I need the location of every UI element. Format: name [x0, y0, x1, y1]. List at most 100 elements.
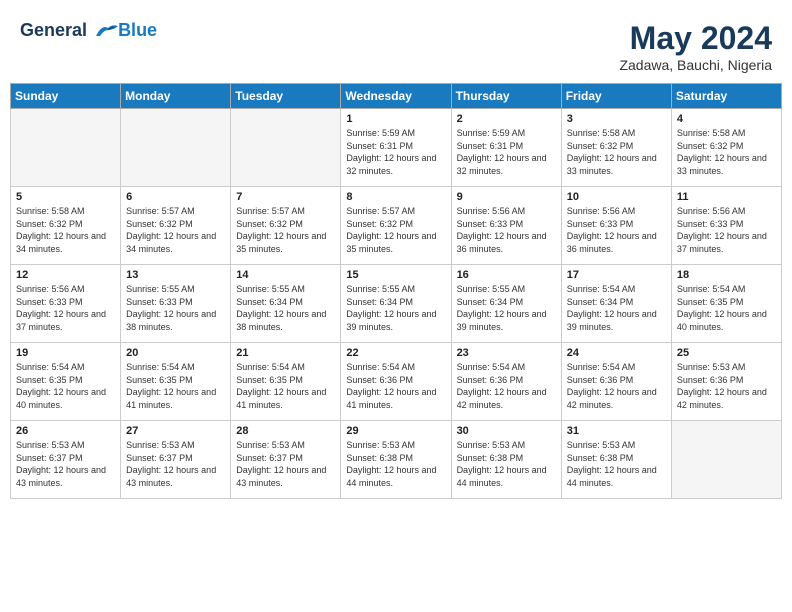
day-number: 4: [677, 113, 776, 125]
day-number: 3: [567, 113, 666, 125]
logo-text: General: [20, 21, 120, 41]
day-number: 29: [346, 425, 445, 437]
calendar-cell: 25 Sunrise: 5:53 AM Sunset: 6:36 PM Dayli…: [671, 343, 781, 421]
day-info: Sunrise: 5:55 AM Sunset: 6:33 PM Dayligh…: [126, 283, 225, 333]
week-row-2: 5Sunrise: 5:58 AM Sunset: 6:32 PM Daylig…: [11, 187, 782, 265]
day-info: Sunrise: 5:56 AM Sunset: 6:33 PM Dayligh…: [567, 205, 666, 255]
weekday-header-thursday: Thursday: [451, 84, 561, 109]
logo-blue-text: Blue: [118, 20, 157, 41]
day-number: 5: [16, 191, 115, 203]
day-number: 6: [126, 191, 225, 203]
day-number: 22: [346, 347, 445, 359]
logo: General Blue: [20, 20, 157, 41]
day-number: 14: [236, 269, 335, 281]
week-row-4: 19 Sunrise: 5:54 AM Sunset: 6:35 PM Dayli…: [11, 343, 782, 421]
day-info: Sunrise: 5:55 AM Sunset: 6:34 PM Dayligh…: [457, 283, 556, 333]
day-info: Sunrise: 5:58 AM Sunset: 6:32 PM Dayligh…: [677, 127, 776, 177]
week-row-3: 12 Sunrise: 5:56 AM Sunset: 6:33 PM Dayli…: [11, 265, 782, 343]
calendar-cell: 5Sunrise: 5:58 AM Sunset: 6:32 PM Daylig…: [11, 187, 121, 265]
calendar-cell: 23Sunrise: 5:54 AM Sunset: 6:36 PM Dayli…: [451, 343, 561, 421]
calendar-title: May 2024: [619, 20, 772, 57]
weekday-header-row: SundayMondayTuesdayWednesdayThursdayFrid…: [11, 84, 782, 109]
day-number: 12: [16, 269, 115, 281]
day-number: 16: [457, 269, 556, 281]
day-number: 8: [346, 191, 445, 203]
calendar-subtitle: Zadawa, Bauchi, Nigeria: [619, 57, 772, 73]
day-number: 18: [677, 269, 776, 281]
weekday-header-friday: Friday: [561, 84, 671, 109]
day-info: Sunrise: 5:53 AM Sunset: 6:37 PM Dayligh…: [236, 439, 335, 489]
page-header: General Blue May 2024 Zadawa, Bauchi, Ni…: [10, 10, 782, 78]
calendar-cell: 4 Sunrise: 5:58 AM Sunset: 6:32 PM Daylig…: [671, 109, 781, 187]
calendar-cell: 10 Sunrise: 5:56 AM Sunset: 6:33 PM Dayli…: [561, 187, 671, 265]
day-info: Sunrise: 5:53 AM Sunset: 6:38 PM Dayligh…: [346, 439, 445, 489]
day-number: 7: [236, 191, 335, 203]
calendar-cell: 22 Sunrise: 5:54 AM Sunset: 6:36 PM Dayli…: [341, 343, 451, 421]
day-number: 19: [16, 347, 115, 359]
week-row-5: 26Sunrise: 5:53 AM Sunset: 6:37 PM Dayli…: [11, 421, 782, 499]
day-number: 31: [567, 425, 666, 437]
calendar-cell: 19 Sunrise: 5:54 AM Sunset: 6:35 PM Dayli…: [11, 343, 121, 421]
calendar-cell: 21 Sunrise: 5:54 AM Sunset: 6:35 PM Dayli…: [231, 343, 341, 421]
calendar-cell: 13 Sunrise: 5:55 AM Sunset: 6:33 PM Dayli…: [121, 265, 231, 343]
day-number: 30: [457, 425, 556, 437]
calendar-cell: [231, 109, 341, 187]
calendar-cell: 16 Sunrise: 5:55 AM Sunset: 6:34 PM Dayli…: [451, 265, 561, 343]
day-number: 13: [126, 269, 225, 281]
day-info: Sunrise: 5:54 AM Sunset: 6:34 PM Dayligh…: [567, 283, 666, 333]
calendar-cell: 27Sunrise: 5:53 AM Sunset: 6:37 PM Dayli…: [121, 421, 231, 499]
day-info: Sunrise: 5:53 AM Sunset: 6:36 PM Dayligh…: [677, 361, 776, 411]
day-number: 28: [236, 425, 335, 437]
day-info: Sunrise: 5:54 AM Sunset: 6:35 PM Dayligh…: [16, 361, 115, 411]
day-info: Sunrise: 5:59 AM Sunset: 6:31 PM Dayligh…: [346, 127, 445, 177]
day-info: Sunrise: 5:54 AM Sunset: 6:36 PM Dayligh…: [346, 361, 445, 411]
day-number: 27: [126, 425, 225, 437]
day-number: 10: [567, 191, 666, 203]
day-number: 11: [677, 191, 776, 203]
logo-bird-icon: [94, 22, 120, 40]
calendar-cell: [121, 109, 231, 187]
day-number: 2: [457, 113, 556, 125]
calendar-table: SundayMondayTuesdayWednesdayThursdayFrid…: [10, 83, 782, 499]
day-info: Sunrise: 5:54 AM Sunset: 6:35 PM Dayligh…: [126, 361, 225, 411]
calendar-cell: 24 Sunrise: 5:54 AM Sunset: 6:36 PM Dayli…: [561, 343, 671, 421]
calendar-cell: 20 Sunrise: 5:54 AM Sunset: 6:35 PM Dayli…: [121, 343, 231, 421]
day-info: Sunrise: 5:56 AM Sunset: 6:33 PM Dayligh…: [16, 283, 115, 333]
calendar-cell: 9Sunrise: 5:56 AM Sunset: 6:33 PM Daylig…: [451, 187, 561, 265]
weekday-header-monday: Monday: [121, 84, 231, 109]
day-info: Sunrise: 5:54 AM Sunset: 6:36 PM Dayligh…: [567, 361, 666, 411]
day-number: 20: [126, 347, 225, 359]
calendar-cell: 1 Sunrise: 5:59 AM Sunset: 6:31 PM Daylig…: [341, 109, 451, 187]
day-info: Sunrise: 5:56 AM Sunset: 6:33 PM Dayligh…: [457, 205, 556, 255]
weekday-header-saturday: Saturday: [671, 84, 781, 109]
day-info: Sunrise: 5:53 AM Sunset: 6:37 PM Dayligh…: [16, 439, 115, 489]
calendar-cell: 14 Sunrise: 5:55 AM Sunset: 6:34 PM Dayli…: [231, 265, 341, 343]
calendar-cell: 11 Sunrise: 5:56 AM Sunset: 6:33 PM Dayli…: [671, 187, 781, 265]
day-info: Sunrise: 5:56 AM Sunset: 6:33 PM Dayligh…: [677, 205, 776, 255]
day-info: Sunrise: 5:57 AM Sunset: 6:32 PM Dayligh…: [346, 205, 445, 255]
calendar-cell: 18 Sunrise: 5:54 AM Sunset: 6:35 PM Dayli…: [671, 265, 781, 343]
calendar-cell: 12 Sunrise: 5:56 AM Sunset: 6:33 PM Dayli…: [11, 265, 121, 343]
calendar-cell: 31Sunrise: 5:53 AM Sunset: 6:38 PM Dayli…: [561, 421, 671, 499]
day-number: 24: [567, 347, 666, 359]
calendar-cell: [671, 421, 781, 499]
day-number: 21: [236, 347, 335, 359]
calendar-cell: 30 Sunrise: 5:53 AM Sunset: 6:38 PM Dayli…: [451, 421, 561, 499]
day-info: Sunrise: 5:54 AM Sunset: 6:35 PM Dayligh…: [236, 361, 335, 411]
weekday-header-wednesday: Wednesday: [341, 84, 451, 109]
day-info: Sunrise: 5:57 AM Sunset: 6:32 PM Dayligh…: [236, 205, 335, 255]
weekday-header-sunday: Sunday: [11, 84, 121, 109]
day-info: Sunrise: 5:54 AM Sunset: 6:35 PM Dayligh…: [677, 283, 776, 333]
calendar-cell: 28 Sunrise: 5:53 AM Sunset: 6:37 PM Dayli…: [231, 421, 341, 499]
day-number: 25: [677, 347, 776, 359]
day-info: Sunrise: 5:54 AM Sunset: 6:36 PM Dayligh…: [457, 361, 556, 411]
week-row-1: 1 Sunrise: 5:59 AM Sunset: 6:31 PM Daylig…: [11, 109, 782, 187]
day-number: 1: [346, 113, 445, 125]
day-info: Sunrise: 5:57 AM Sunset: 6:32 PM Dayligh…: [126, 205, 225, 255]
calendar-cell: 6 Sunrise: 5:57 AM Sunset: 6:32 PM Daylig…: [121, 187, 231, 265]
calendar-cell: 8 Sunrise: 5:57 AM Sunset: 6:32 PM Daylig…: [341, 187, 451, 265]
day-info: Sunrise: 5:55 AM Sunset: 6:34 PM Dayligh…: [236, 283, 335, 333]
calendar-cell: 17Sunrise: 5:54 AM Sunset: 6:34 PM Dayli…: [561, 265, 671, 343]
calendar-cell: 15Sunrise: 5:55 AM Sunset: 6:34 PM Dayli…: [341, 265, 451, 343]
day-info: Sunrise: 5:53 AM Sunset: 6:38 PM Dayligh…: [457, 439, 556, 489]
